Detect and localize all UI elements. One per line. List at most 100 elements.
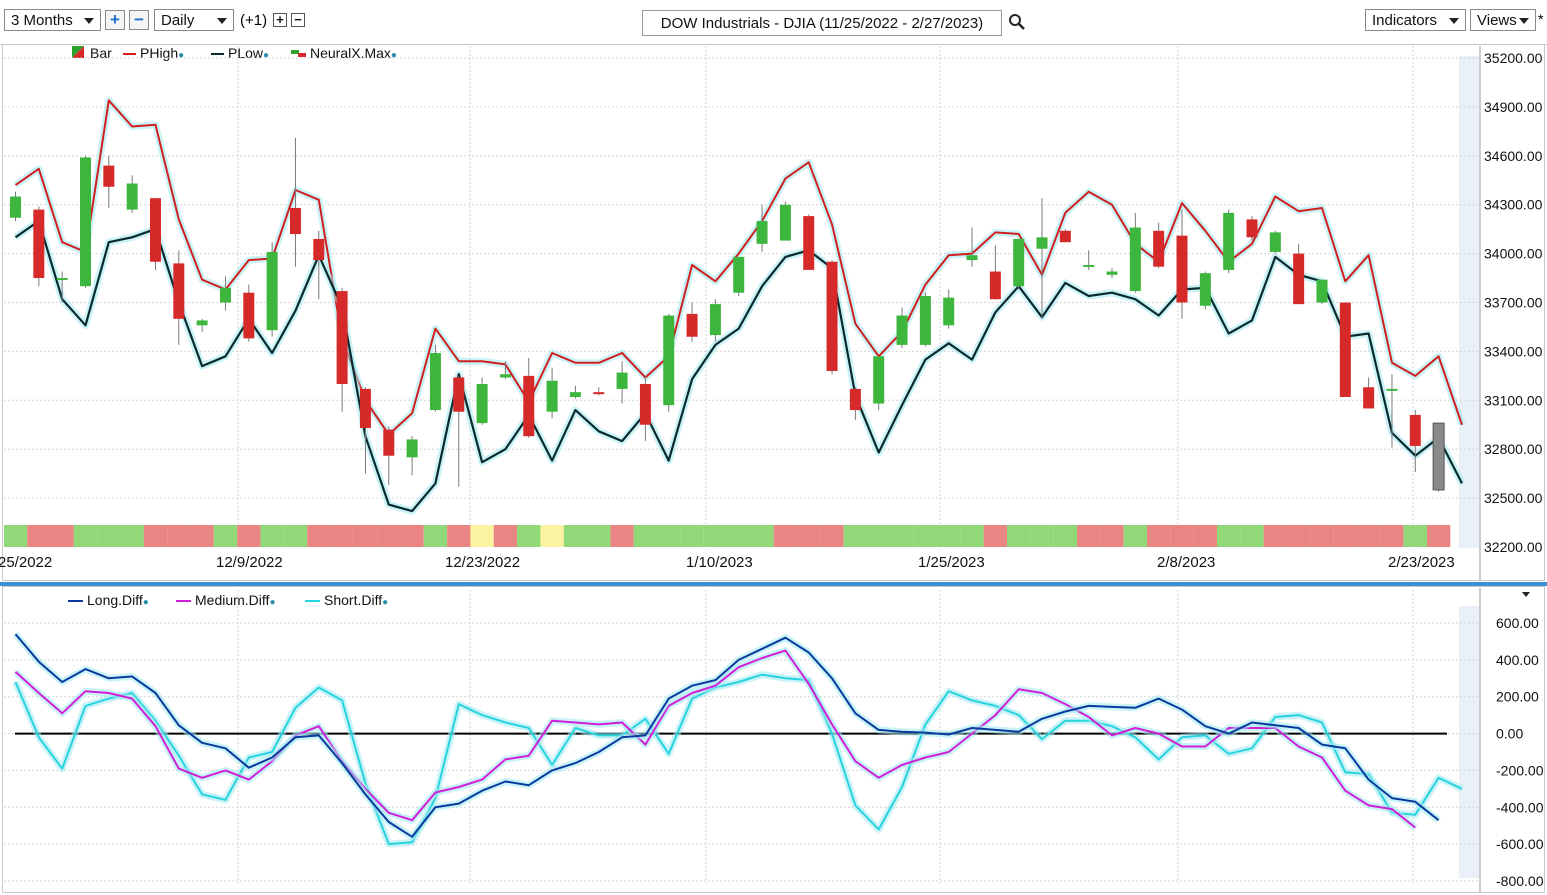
candle-body <box>336 291 348 384</box>
zoom-in-button[interactable]: + <box>105 10 125 30</box>
candle-body <box>359 388 371 429</box>
signal-band-cell <box>727 525 751 547</box>
candle-body <box>1409 414 1421 446</box>
candle-body <box>569 392 581 398</box>
candle-body <box>1199 273 1211 306</box>
signal-band-cell <box>960 525 984 547</box>
candle-body <box>663 315 675 406</box>
signal-band-cell <box>1030 525 1054 547</box>
signal-band-cell <box>540 525 564 547</box>
oscillator-axis-label: 200.00 <box>1496 689 1539 705</box>
date-axis-label: 25/2022 <box>0 554 52 571</box>
candle-body <box>1083 265 1095 268</box>
candle-body <box>10 196 21 218</box>
zoom-out-button[interactable]: − <box>129 10 149 30</box>
price-frame <box>2 44 1545 581</box>
price-chart[interactable]: 35200.00 34900.00 34600.00 34300.00 34000.00… <box>0 44 1547 582</box>
candle-body <box>709 304 721 336</box>
signal-band-cell <box>353 525 378 547</box>
signal-band-cell <box>937 525 961 547</box>
date-axis-label: 2/8/2023 <box>1157 554 1215 571</box>
signal-band-cell <box>260 525 284 547</box>
signal-band-cell <box>1053 525 1078 547</box>
candle-body <box>1363 387 1375 409</box>
oscillator-axis-label: -600.00 <box>1496 836 1544 852</box>
signal-band-cell <box>447 525 471 547</box>
oscillator-axis-label: -200.00 <box>1496 762 1544 778</box>
candle-body <box>1339 302 1351 398</box>
price-axis-label: 34900.00 <box>1484 99 1543 115</box>
signal-band-cell <box>307 525 331 547</box>
signal-band-cell <box>120 525 144 547</box>
signal-band-cell <box>1403 525 1427 547</box>
price-axis-label: 33100.00 <box>1484 392 1543 408</box>
signal-band-cell <box>750 525 774 547</box>
candle-body <box>1013 238 1025 287</box>
range-dropdown[interactable]: 3 Months <box>4 9 101 31</box>
date-axis-label: 2/23/2023 <box>1388 554 1455 571</box>
price-axis-label: 32500.00 <box>1484 490 1543 506</box>
interval-value: Daily <box>161 12 195 29</box>
price-axis-label: 33400.00 <box>1484 343 1543 359</box>
candle-body <box>1269 232 1281 252</box>
signal-band-cell <box>1123 525 1148 547</box>
signal-band-cell <box>913 525 938 547</box>
candle-body <box>1316 279 1328 303</box>
indicators-label: Indicators <box>1372 12 1438 29</box>
oscillator-axis-label: -400.00 <box>1496 799 1544 815</box>
signal-band-cell <box>1333 525 1357 547</box>
candle-body <box>733 256 745 293</box>
signal-band-cell <box>1077 525 1101 547</box>
interval-dropdown[interactable]: Daily <box>154 9 234 31</box>
chevron-down-icon <box>217 18 227 24</box>
candle-body <box>453 377 465 412</box>
candle-body <box>919 295 931 345</box>
signal-band-cell <box>1286 525 1311 547</box>
oscillator-chart[interactable]: 600.00 400.00 200.00 0.00 -200.00 -400.00 -600… <box>0 586 1547 895</box>
candle-body <box>1106 271 1118 275</box>
chevron-down-icon <box>1519 18 1529 24</box>
signal-band-cell <box>4 525 28 547</box>
candle-body <box>406 439 418 458</box>
signal-band-cell <box>143 525 168 547</box>
candle-body <box>523 375 535 437</box>
signal-band-cell <box>1380 525 1404 547</box>
date-axis-label: 1/25/2023 <box>918 554 985 571</box>
offset-label: (+1) <box>240 12 268 29</box>
candle-body <box>266 251 278 331</box>
price-axis-label: 34000.00 <box>1484 246 1543 262</box>
offset-plus-button[interactable]: + <box>273 13 287 27</box>
candle-body <box>79 157 91 287</box>
oscillator-axis-label: -800.00 <box>1496 873 1544 889</box>
candle-body <box>1176 235 1188 303</box>
candle-body <box>966 255 978 261</box>
date-axis-label: 12/9/2022 <box>216 554 283 571</box>
candle-body <box>1246 219 1258 238</box>
signal-band-cell <box>1310 525 1334 547</box>
signal-band-cell <box>97 525 121 547</box>
signal-band-cell <box>283 525 308 547</box>
views-dropdown[interactable]: Views <box>1470 9 1536 31</box>
signal-band-cell <box>400 525 424 547</box>
signal-band-cell <box>633 525 658 547</box>
oscillator-axis-label: 400.00 <box>1496 652 1539 668</box>
price-axis-label: 32200.00 <box>1484 539 1543 555</box>
candle-body <box>476 384 488 424</box>
offset-minus-button[interactable]: − <box>291 13 305 27</box>
candle-body <box>173 263 185 319</box>
candle-body <box>896 315 908 345</box>
signal-band-cell <box>493 525 518 547</box>
signal-band-cell <box>797 525 821 547</box>
signal-band-cell <box>1216 525 1241 547</box>
signal-band-cell <box>1240 525 1264 547</box>
signal-band-cell <box>1263 525 1287 547</box>
signal-band-cell <box>703 525 728 547</box>
candle-body <box>33 209 45 279</box>
indicators-dropdown[interactable]: Indicators <box>1365 9 1466 31</box>
search-icon[interactable] <box>1008 13 1026 31</box>
signal-band-cell <box>1193 525 1217 547</box>
candle-body <box>196 320 208 326</box>
symbol-title[interactable]: DOW Industrials - DJIA (11/25/2022 - 2/2… <box>642 10 1002 36</box>
signal-band-cell <box>1426 525 1451 547</box>
date-axis-label: 12/23/2022 <box>445 554 520 571</box>
